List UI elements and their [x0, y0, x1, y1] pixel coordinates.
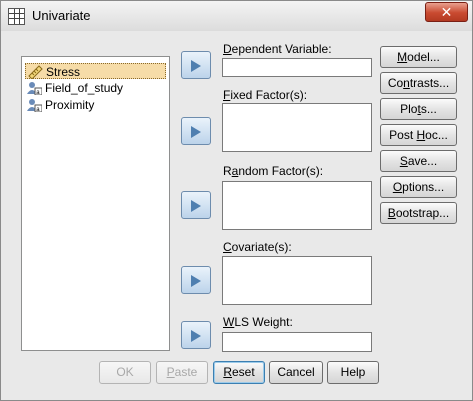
arrow-right-icon [191, 200, 201, 212]
covariates-label: Covariate(s): [223, 240, 292, 254]
plots-button[interactable]: Plots... [380, 98, 457, 120]
spreadsheet-icon [8, 8, 25, 25]
wls-weight-label: WLS Weight: [223, 315, 293, 329]
ok-button[interactable]: OK [99, 361, 151, 384]
title-bar[interactable]: Univariate ✕ [1, 1, 472, 31]
cancel-button[interactable]: Cancel [269, 361, 323, 384]
covariates-field[interactable] [222, 256, 372, 305]
variable-item-proximity[interactable]: a Proximity [25, 97, 94, 113]
nominal-icon: a [27, 99, 42, 112]
arrow-right-icon [191, 275, 201, 287]
arrow-right-icon [191, 330, 201, 342]
window-title: Univariate [32, 8, 91, 23]
random-factors-field[interactable] [222, 181, 372, 230]
fixed-factors-field[interactable] [222, 103, 372, 152]
help-button[interactable]: Help [327, 361, 379, 384]
model-button[interactable]: Model... [380, 46, 457, 68]
variable-list[interactable]: Stress a Field_of_study a Proximity [21, 56, 170, 351]
random-factors-label: Random Factor(s): [223, 164, 324, 178]
arrow-right-icon [191, 126, 201, 138]
move-to-fixed-button[interactable] [181, 117, 211, 145]
variable-name: Field_of_study [45, 81, 124, 95]
options-button[interactable]: Options... [380, 176, 457, 198]
arrow-right-icon [191, 60, 201, 72]
variable-name: Stress [46, 65, 81, 79]
save-button[interactable]: Save... [380, 150, 457, 172]
fixed-factors-label: Fixed Factor(s): [223, 88, 308, 102]
paste-button[interactable]: Paste [156, 361, 208, 384]
move-to-random-button[interactable] [181, 191, 211, 219]
move-to-covariate-button[interactable] [181, 266, 211, 294]
post-hoc-button[interactable]: Post Hoc... [380, 124, 457, 146]
univariate-dialog: Univariate ✕ Stress a Field_of_study a P… [0, 0, 473, 401]
contrasts-button[interactable]: Contrasts... [380, 72, 457, 94]
nominal-icon: a [27, 82, 42, 95]
move-to-wls-button[interactable] [181, 321, 211, 349]
variable-item-stress[interactable]: Stress [25, 63, 166, 79]
ruler-icon [28, 65, 43, 79]
close-button[interactable]: ✕ [425, 2, 468, 22]
close-icon: ✕ [440, 4, 453, 20]
dependent-variable-label: Dependent Variable: [223, 42, 332, 56]
bootstrap-button[interactable]: Bootstrap... [380, 202, 457, 224]
variable-item-field-of-study[interactable]: a Field_of_study [25, 80, 123, 96]
variable-name: Proximity [45, 98, 95, 112]
move-to-dependent-button[interactable] [181, 51, 211, 79]
wls-weight-field[interactable] [222, 332, 372, 352]
reset-button[interactable]: Reset [213, 361, 265, 384]
dependent-variable-field[interactable] [222, 58, 372, 77]
